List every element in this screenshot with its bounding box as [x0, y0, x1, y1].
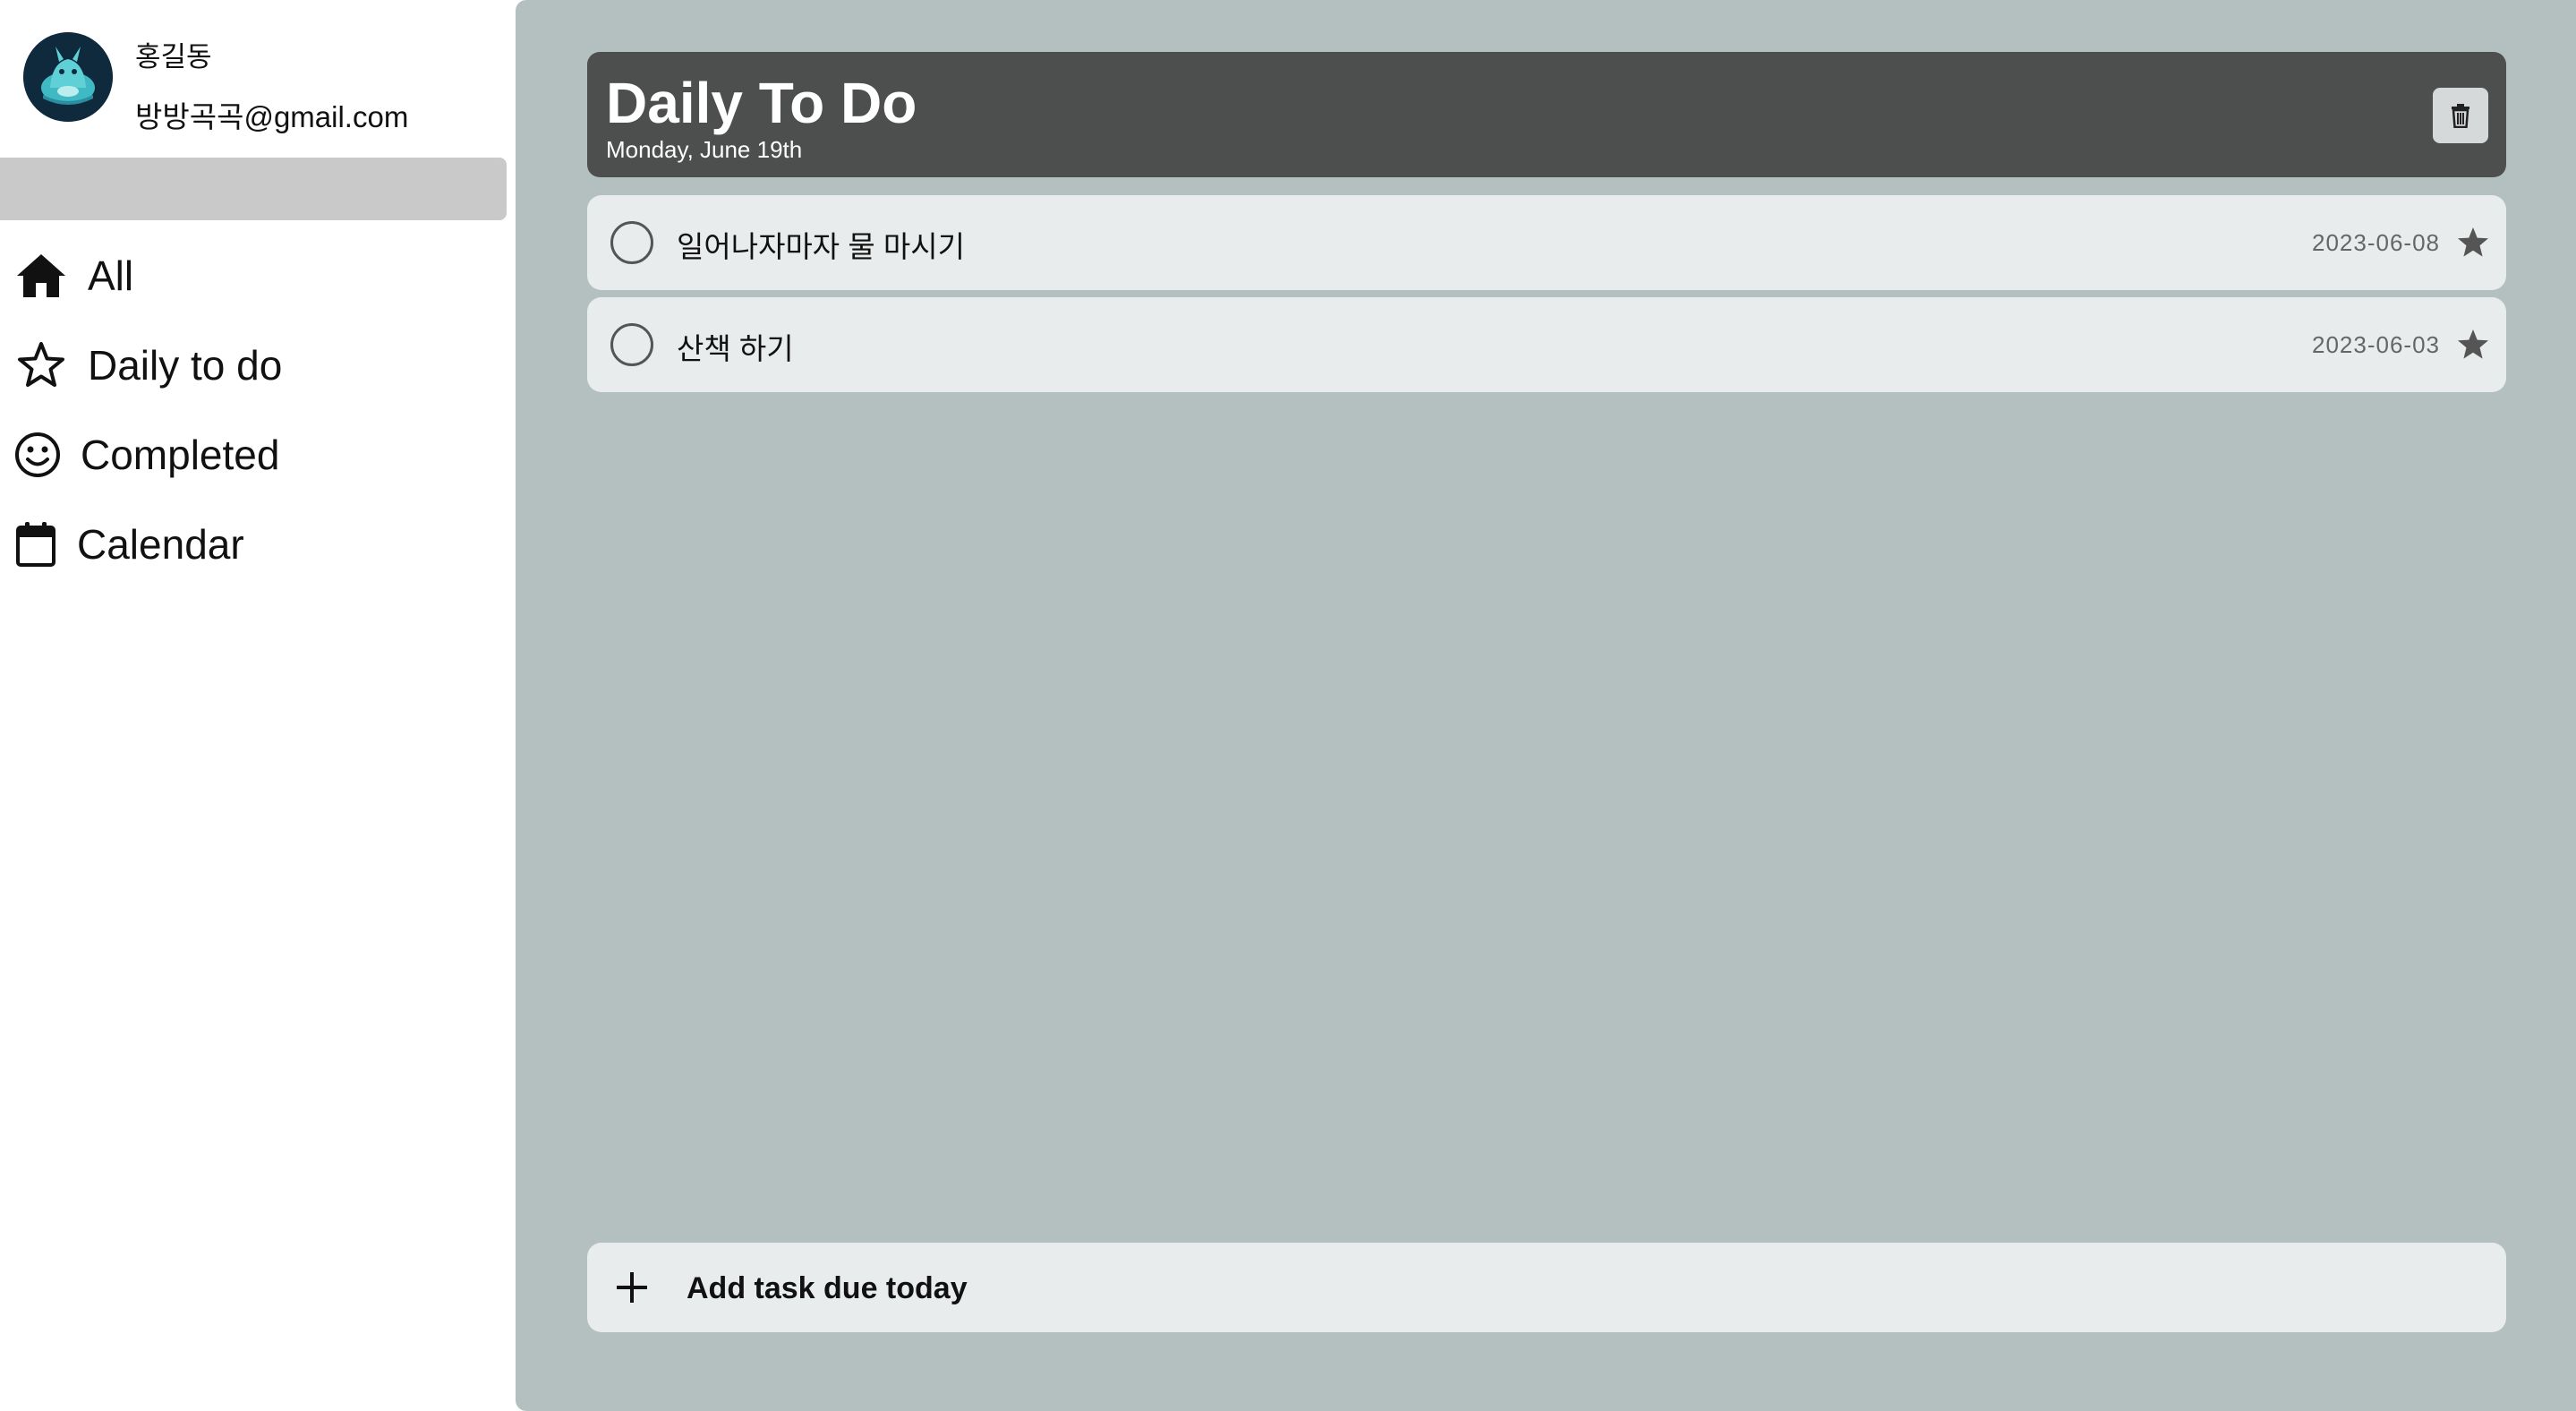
sidebar-item-completed[interactable]: Completed — [0, 410, 507, 500]
main-panel: Daily To Do Monday, June 19th 일어나자마자 물 마… — [516, 0, 2576, 1411]
sidebar-nav: All Daily to do Completed Calendar — [0, 231, 507, 589]
page-title: Daily To Do — [606, 71, 917, 135]
add-task-button[interactable]: Add task due today — [587, 1243, 2506, 1332]
home-icon — [14, 249, 68, 303]
sidebar-item-label: Calendar — [77, 521, 244, 568]
app-root: 홍길동 방방곡곡@gmail.com All Daily to do Compl… — [0, 0, 2576, 1411]
user-profile: 홍길동 방방곡곡@gmail.com — [23, 32, 507, 133]
sidebar-item-label: All — [88, 252, 134, 299]
task-checkbox[interactable] — [610, 323, 653, 366]
add-task-label: Add task due today — [687, 1271, 968, 1305]
calendar-icon — [9, 517, 63, 571]
task-item[interactable]: 산책 하기 2023-06-03 — [587, 297, 2506, 392]
star-filled-icon[interactable] — [2456, 226, 2490, 260]
sidebar-item-daily-to-do[interactable]: Daily to do — [0, 321, 507, 410]
task-item[interactable]: 일어나자마자 물 마시기 2023-06-08 — [587, 195, 2506, 290]
plus-icon — [617, 1272, 647, 1303]
sidebar-item-all[interactable]: All — [0, 231, 507, 321]
sidebar: 홍길동 방방곡곡@gmail.com All Daily to do Compl… — [0, 0, 516, 1411]
user-name: 홍길동 — [135, 41, 212, 73]
task-list: 일어나자마자 물 마시기 2023-06-08 산책 하기 2023-06-03 — [587, 195, 2506, 399]
smiley-icon — [11, 428, 64, 482]
user-email: 방방곡곡@gmail.com — [135, 100, 409, 133]
trash-icon — [2452, 104, 2469, 128]
star-outline-icon — [14, 338, 68, 392]
task-checkbox[interactable] — [610, 221, 653, 264]
task-text: 산책 하기 — [677, 332, 794, 365]
avatar[interactable] — [23, 32, 113, 122]
star-filled-icon[interactable] — [2456, 328, 2490, 362]
task-text: 일어나자마자 물 마시기 — [677, 230, 965, 263]
page-date: Monday, June 19th — [606, 136, 803, 163]
page-header: Daily To Do Monday, June 19th — [587, 52, 2506, 177]
avatar-image — [23, 32, 113, 122]
search-bar[interactable] — [0, 158, 507, 220]
sidebar-item-calendar[interactable]: Calendar — [0, 500, 507, 589]
sidebar-item-label: Completed — [81, 432, 280, 478]
delete-button[interactable] — [2433, 88, 2488, 143]
sidebar-item-label: Daily to do — [88, 342, 283, 389]
task-date: 2023-06-08 — [2312, 229, 2440, 256]
task-date: 2023-06-03 — [2312, 331, 2440, 358]
